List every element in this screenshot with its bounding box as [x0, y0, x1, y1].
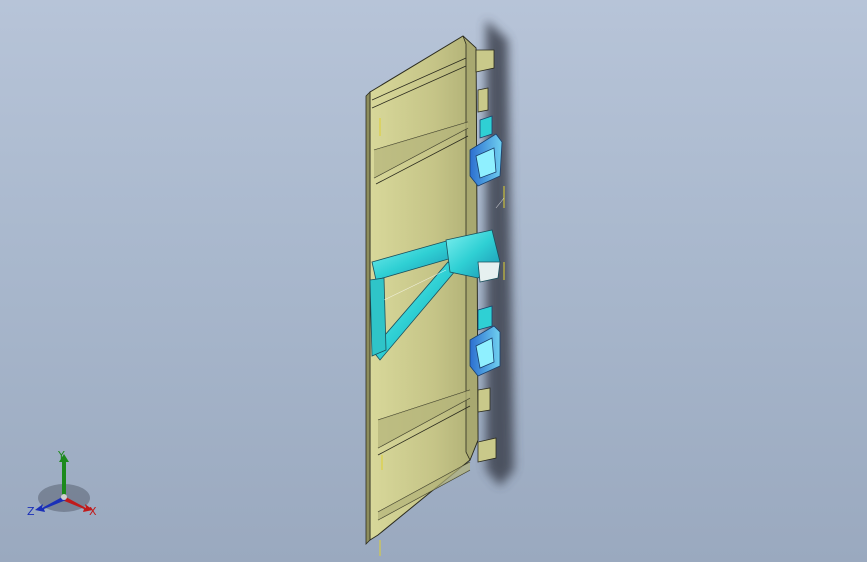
triad-x-label: X	[89, 505, 97, 518]
door-panel-model[interactable]	[0, 0, 867, 562]
panel-face	[369, 35, 479, 541]
triad-y-label: Y	[58, 449, 65, 462]
graphics-viewport[interactable]: Y X Z	[0, 0, 867, 562]
triad-z-label: Z	[27, 505, 35, 518]
panel-left-edge	[365, 91, 371, 545]
